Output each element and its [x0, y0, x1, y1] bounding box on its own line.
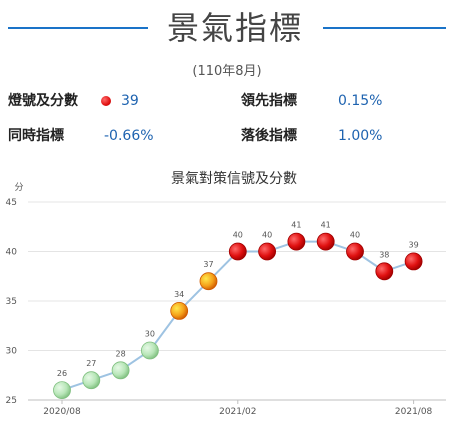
- data-label: 26: [57, 369, 67, 378]
- signal-point-blue-green: [111, 361, 130, 380]
- signal-point-red: [258, 242, 277, 261]
- y-tick-label: 25: [6, 396, 17, 406]
- data-label: 40: [262, 231, 272, 240]
- y-tick-label: 45: [6, 198, 17, 208]
- signal-point-red: [287, 232, 306, 251]
- chart-title: 景氣對策信號及分數: [171, 170, 297, 187]
- signal-point-yellow-red: [170, 301, 189, 320]
- signal-point-red: [346, 242, 364, 261]
- signal-point-blue-green: [53, 381, 71, 400]
- y-tick-label: 30: [6, 347, 18, 357]
- y-tick-label: 40: [6, 248, 18, 258]
- signal-point-red: [228, 242, 247, 261]
- data-label: 38: [379, 250, 389, 259]
- data-label: 40: [350, 231, 360, 240]
- data-label: 41: [291, 221, 301, 230]
- data-label: 27: [86, 359, 96, 368]
- signal-point-blue-green: [82, 371, 101, 390]
- data-label: 39: [409, 240, 419, 249]
- data-label: 28: [116, 349, 126, 358]
- data-label: 40: [233, 231, 243, 240]
- signal-point-red: [316, 232, 335, 251]
- x-tick-label: 2021/08: [395, 407, 433, 417]
- signal-score-chart: 25 30 35 40 45 2020/08 2021/02 2021/08 26 27 28 30…: [6, 170, 446, 417]
- x-tick-label: 2021/02: [219, 407, 256, 417]
- signal-point-red: [404, 252, 423, 271]
- x-tick-label: 2020/08: [43, 407, 81, 417]
- data-label: 41: [321, 221, 331, 230]
- signal-point-blue-green: [140, 341, 159, 360]
- data-label: 30: [145, 330, 155, 339]
- y-axis-unit-label: 分: [14, 182, 23, 193]
- signal-point-red: [375, 262, 394, 281]
- data-label: 34: [174, 290, 184, 299]
- signal-point-yellow-red: [199, 272, 218, 291]
- data-label: 37: [203, 260, 213, 269]
- y-tick-label: 35: [6, 297, 17, 307]
